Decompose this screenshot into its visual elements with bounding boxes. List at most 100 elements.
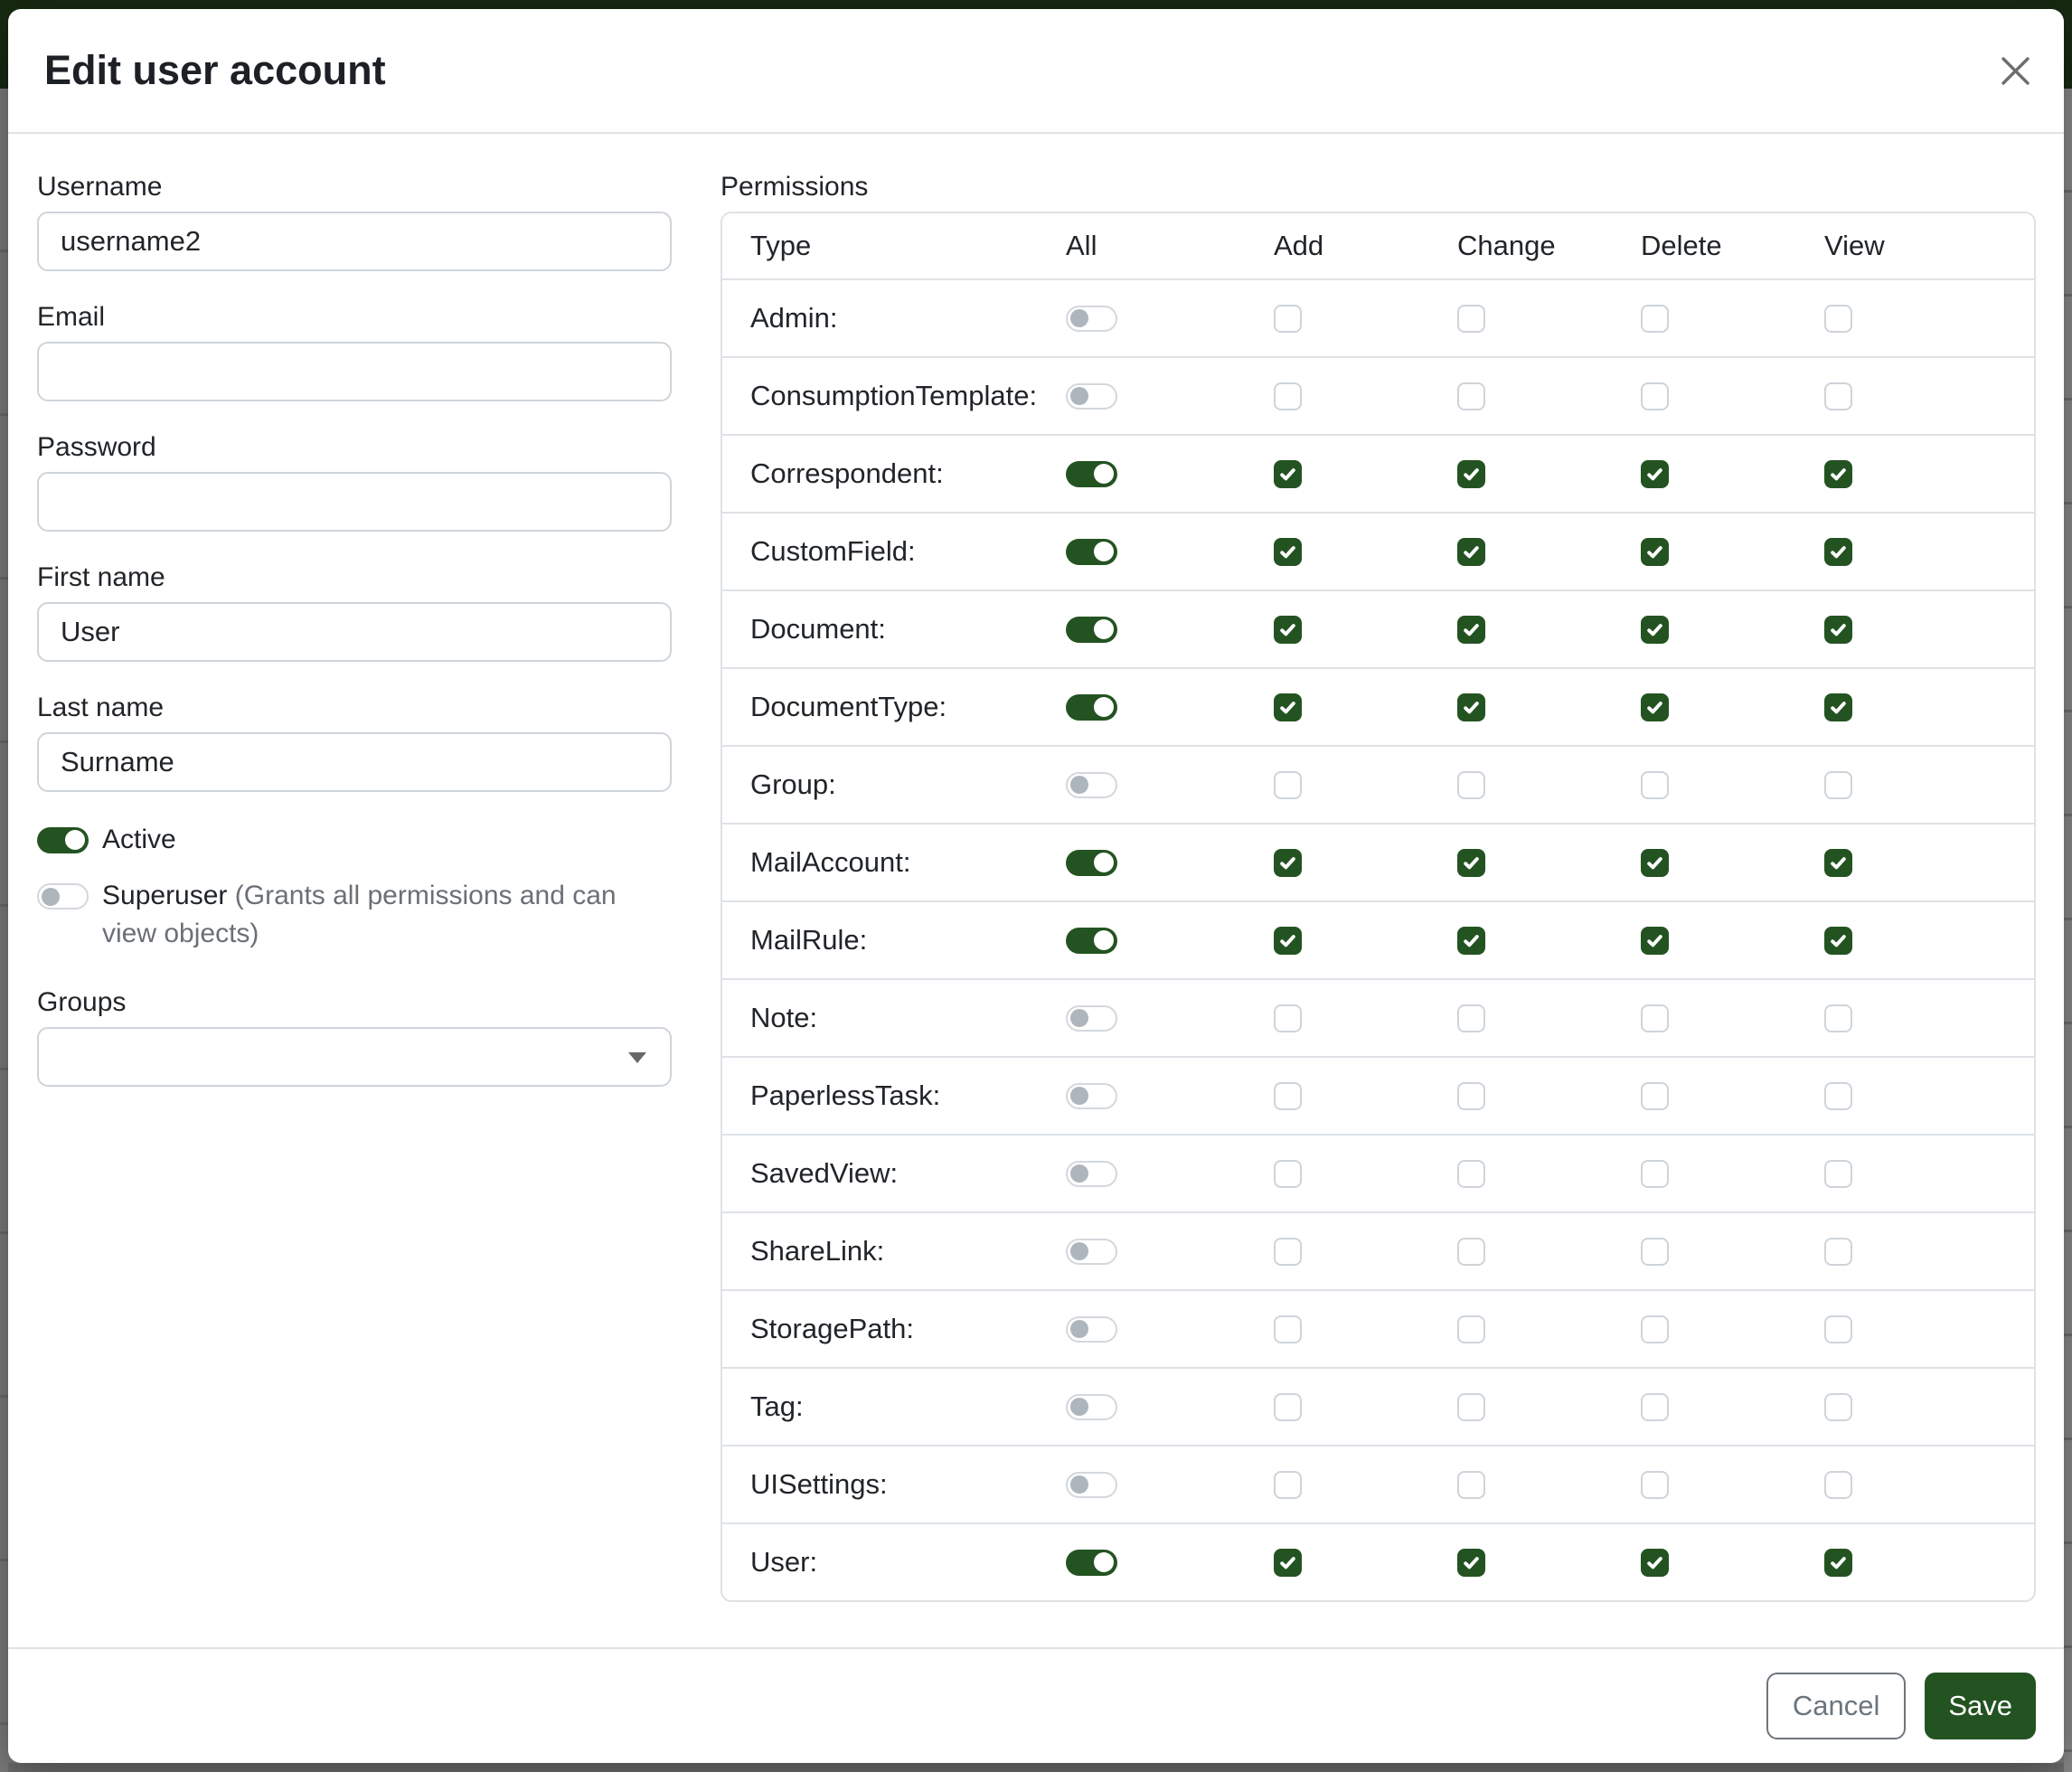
permission-checkbox-add[interactable] (1274, 1082, 1302, 1110)
permission-checkbox-delete[interactable] (1641, 305, 1669, 333)
permission-checkbox-view[interactable] (1824, 616, 1852, 644)
permission-toggle-all[interactable] (1066, 1161, 1117, 1187)
permission-checkbox-delete[interactable] (1641, 1315, 1669, 1343)
permission-checkbox-view[interactable] (1824, 1549, 1852, 1577)
permission-checkbox-delete[interactable] (1641, 771, 1669, 799)
permission-toggle-all[interactable] (1066, 539, 1117, 565)
permission-checkbox-view[interactable] (1824, 305, 1852, 333)
permission-checkbox-add[interactable] (1274, 927, 1302, 955)
permission-toggle-all[interactable] (1066, 306, 1117, 332)
permission-toggle-all[interactable] (1066, 1550, 1117, 1576)
permission-toggle-all[interactable] (1066, 850, 1117, 876)
permission-checkbox-change[interactable] (1457, 460, 1485, 488)
permission-checkbox-view[interactable] (1824, 460, 1852, 488)
dimmed-page-scrollbar[interactable] (2064, 89, 2072, 1772)
permission-checkbox-view[interactable] (1824, 382, 1852, 410)
permission-checkbox-add[interactable] (1274, 1004, 1302, 1032)
permission-checkbox-delete[interactable] (1641, 1082, 1669, 1110)
permission-checkbox-view[interactable] (1824, 849, 1852, 877)
permission-checkbox-change[interactable] (1457, 1393, 1485, 1421)
permission-toggle-all[interactable] (1066, 1239, 1117, 1265)
dropdown-caret-icon (628, 1052, 646, 1063)
cancel-button[interactable]: Cancel (1766, 1673, 1907, 1739)
permission-checkbox-change[interactable] (1457, 927, 1485, 955)
permission-toggle-all[interactable] (1066, 928, 1117, 954)
permission-checkbox-change[interactable] (1457, 1004, 1485, 1032)
permission-checkbox-delete[interactable] (1641, 616, 1669, 644)
permission-toggle-all[interactable] (1066, 1472, 1117, 1498)
permission-checkbox-change[interactable] (1457, 1160, 1485, 1188)
permission-checkbox-change[interactable] (1457, 616, 1485, 644)
permission-checkbox-view[interactable] (1824, 1004, 1852, 1032)
permission-checkbox-delete[interactable] (1641, 382, 1669, 410)
permission-checkbox-view[interactable] (1824, 1471, 1852, 1499)
permission-toggle-all[interactable] (1066, 617, 1117, 643)
permission-checkbox-change[interactable] (1457, 1315, 1485, 1343)
close-button[interactable] (1986, 42, 2044, 99)
password-field[interactable] (37, 472, 672, 532)
permission-checkbox-delete[interactable] (1641, 693, 1669, 721)
permission-checkbox-add[interactable] (1274, 1393, 1302, 1421)
permission-checkbox-add[interactable] (1274, 1471, 1302, 1499)
username-input[interactable] (37, 212, 672, 271)
permission-checkbox-add[interactable] (1274, 1549, 1302, 1577)
permission-checkbox-delete[interactable] (1641, 1549, 1669, 1577)
permission-checkbox-delete[interactable] (1641, 1238, 1669, 1266)
permission-checkbox-view[interactable] (1824, 538, 1852, 566)
permission-checkbox-view[interactable] (1824, 1393, 1852, 1421)
permission-toggle-all[interactable] (1066, 772, 1117, 798)
permission-checkbox-add[interactable] (1274, 1160, 1302, 1188)
permission-checkbox-delete[interactable] (1641, 538, 1669, 566)
permission-checkbox-view[interactable] (1824, 1082, 1852, 1110)
permission-checkbox-change[interactable] (1457, 1549, 1485, 1577)
permission-toggle-all[interactable] (1066, 1083, 1117, 1109)
permission-checkbox-delete[interactable] (1641, 1471, 1669, 1499)
permission-checkbox-view[interactable] (1824, 771, 1852, 799)
permission-checkbox-view[interactable] (1824, 1160, 1852, 1188)
save-button[interactable]: Save (1925, 1673, 2036, 1739)
email-field[interactable] (37, 342, 672, 401)
modal-header: Edit user account (8, 9, 2064, 134)
permission-checkbox-change[interactable] (1457, 382, 1485, 410)
permission-checkbox-change[interactable] (1457, 1082, 1485, 1110)
permission-checkbox-delete[interactable] (1641, 1393, 1669, 1421)
permission-checkbox-change[interactable] (1457, 538, 1485, 566)
permission-checkbox-change[interactable] (1457, 1471, 1485, 1499)
permission-checkbox-delete[interactable] (1641, 460, 1669, 488)
permission-checkbox-view[interactable] (1824, 1238, 1852, 1266)
permission-checkbox-add[interactable] (1274, 1238, 1302, 1266)
permission-checkbox-add[interactable] (1274, 305, 1302, 333)
permission-checkbox-change[interactable] (1457, 305, 1485, 333)
permission-checkbox-add[interactable] (1274, 849, 1302, 877)
permission-toggle-all[interactable] (1066, 694, 1117, 721)
groups-select[interactable] (37, 1027, 672, 1087)
permission-checkbox-view[interactable] (1824, 1315, 1852, 1343)
permission-toggle-all[interactable] (1066, 1005, 1117, 1032)
permission-checkbox-add[interactable] (1274, 1315, 1302, 1343)
permission-checkbox-delete[interactable] (1641, 1160, 1669, 1188)
permission-toggle-all[interactable] (1066, 1316, 1117, 1343)
permission-checkbox-change[interactable] (1457, 771, 1485, 799)
check-icon (1645, 853, 1664, 872)
permission-checkbox-add[interactable] (1274, 382, 1302, 410)
permission-toggle-all[interactable] (1066, 461, 1117, 487)
first-name-field[interactable] (37, 602, 672, 662)
permission-checkbox-view[interactable] (1824, 927, 1852, 955)
superuser-toggle[interactable] (37, 883, 89, 910)
permission-checkbox-view[interactable] (1824, 693, 1852, 721)
permission-checkbox-delete[interactable] (1641, 849, 1669, 877)
permission-checkbox-add[interactable] (1274, 616, 1302, 644)
permission-checkbox-delete[interactable] (1641, 927, 1669, 955)
permission-checkbox-delete[interactable] (1641, 1004, 1669, 1032)
permission-toggle-all[interactable] (1066, 383, 1117, 410)
permission-checkbox-add[interactable] (1274, 538, 1302, 566)
permission-checkbox-add[interactable] (1274, 693, 1302, 721)
active-toggle[interactable] (37, 827, 89, 853)
permission-toggle-all[interactable] (1066, 1394, 1117, 1420)
permission-checkbox-change[interactable] (1457, 693, 1485, 721)
permission-checkbox-add[interactable] (1274, 460, 1302, 488)
permission-checkbox-change[interactable] (1457, 849, 1485, 877)
last-name-field[interactable] (37, 732, 672, 792)
permission-checkbox-change[interactable] (1457, 1238, 1485, 1266)
permission-checkbox-add[interactable] (1274, 771, 1302, 799)
